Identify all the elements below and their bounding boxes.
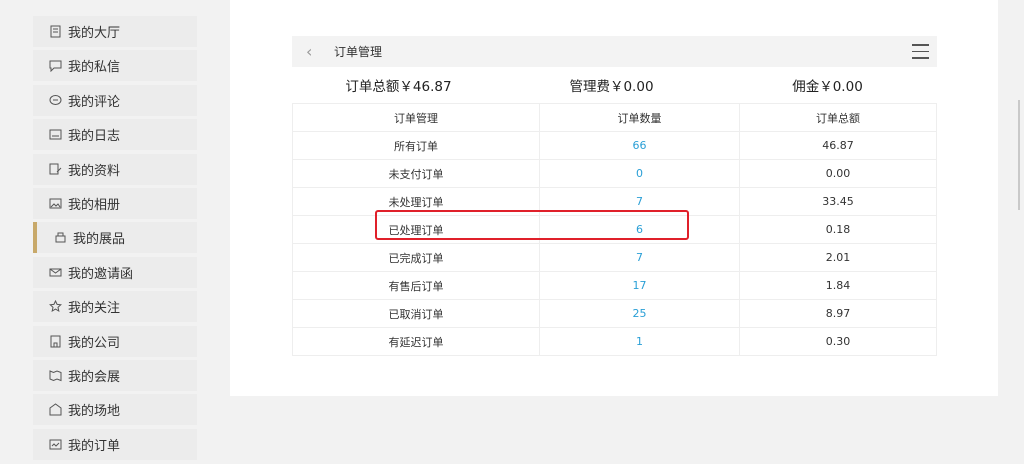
profile-edit-icon — [49, 163, 62, 176]
sidebar: 我的大厅 我的私信 我的评论 我的日志 我的资料 我的相册 我的展品 我的邀请函… — [33, 16, 197, 463]
order-total: 订单总额￥46.87 — [345, 79, 452, 95]
header-bar: ‹ 订单管理 — [292, 36, 937, 67]
sidebar-item-exhibitions[interactable]: 我的会展 — [33, 359, 197, 391]
sidebar-item-label: 我的资料 — [68, 163, 121, 179]
message-icon — [49, 59, 62, 73]
sidebar-item-venue[interactable]: 我的场地 — [33, 394, 197, 426]
table-row: 已完成订单 7 2.01 — [292, 243, 937, 272]
order-amount: 0.30 — [739, 327, 937, 356]
order-count-link[interactable]: 1 — [539, 327, 740, 356]
order-count-link[interactable]: 17 — [539, 271, 740, 300]
sidebar-item-label: 我的相册 — [68, 197, 121, 213]
hamburger-menu-icon[interactable] — [912, 44, 929, 59]
sidebar-item-messages[interactable]: 我的私信 — [33, 50, 197, 82]
order-amount: 2.01 — [739, 243, 937, 272]
envelope-icon — [49, 266, 62, 279]
building-icon — [49, 335, 62, 348]
order-category[interactable]: 已完成订单 — [292, 243, 540, 272]
summary-bar: 订单总额￥46.87 管理费￥0.00 佣金￥0.00 — [292, 75, 937, 95]
venue-icon — [49, 403, 62, 416]
table-header-row: 订单管理 订单数量 订单总额 — [292, 103, 937, 132]
order-count-link[interactable]: 25 — [539, 299, 740, 328]
table-row: 未支付订单 0 0.00 — [292, 159, 937, 188]
order-amount: 8.97 — [739, 299, 937, 328]
order-category[interactable]: 有售后订单 — [292, 271, 540, 300]
sidebar-item-orders[interactable]: 我的订单 — [33, 428, 197, 460]
order-amount: 1.84 — [739, 271, 937, 300]
comment-icon — [49, 94, 62, 107]
sidebar-item-label: 我的评论 — [68, 94, 121, 110]
order-category[interactable]: 所有订单 — [292, 131, 540, 160]
sidebar-item-label: 我的场地 — [68, 404, 121, 420]
sidebar-item-label: 我的邀请函 — [68, 266, 134, 282]
table-row: 有延迟订单 1 0.30 — [292, 327, 937, 356]
sidebar-item-hall[interactable]: 我的大厅 — [33, 16, 197, 47]
sidebar-item-comments[interactable]: 我的评论 — [33, 84, 197, 116]
sidebar-item-label: 我的订单 — [68, 438, 121, 454]
order-amount: 0.00 — [739, 159, 937, 188]
management-fee: 管理费￥0.00 — [569, 79, 654, 95]
scrollbar[interactable] — [1018, 100, 1020, 210]
star-icon — [49, 300, 62, 313]
content-panel: ‹ 订单管理 订单总额￥46.87 管理费￥0.00 佣金￥0.00 订单管理 … — [230, 0, 998, 396]
sidebar-item-label: 我的展品 — [73, 232, 126, 248]
order-amount: 46.87 — [739, 131, 937, 160]
album-icon — [49, 197, 62, 210]
column-header: 订单管理 — [292, 103, 540, 132]
order-amount: 0.18 — [739, 215, 937, 244]
chevron-left-icon[interactable]: ‹ — [306, 42, 320, 61]
order-icon — [49, 438, 62, 451]
table-row: 所有订单 66 46.87 — [292, 131, 937, 160]
column-header: 订单总额 — [739, 103, 937, 132]
order-count-link[interactable]: 66 — [539, 131, 740, 160]
column-header: 订单数量 — [539, 103, 740, 132]
map-icon — [49, 369, 62, 382]
order-amount: 33.45 — [739, 187, 937, 216]
sidebar-item-exhibits[interactable]: 我的展品 — [33, 222, 197, 254]
sidebar-item-label: 我的私信 — [68, 60, 121, 76]
order-count-link[interactable]: 7 — [539, 243, 740, 272]
table-row: 已取消订单 25 8.97 — [292, 299, 937, 328]
sidebar-item-company[interactable]: 我的公司 — [33, 325, 197, 357]
sidebar-item-album[interactable]: 我的相册 — [33, 187, 197, 219]
sidebar-item-profile[interactable]: 我的资料 — [33, 153, 197, 185]
sidebar-item-invitations[interactable]: 我的邀请函 — [33, 256, 197, 288]
sidebar-item-label: 我的关注 — [68, 301, 121, 317]
table-row: 有售后订单 17 1.84 — [292, 271, 937, 300]
sidebar-item-label: 我的日志 — [68, 129, 121, 145]
highlight-box — [375, 210, 689, 240]
page-title: 订单管理 — [334, 45, 383, 59]
order-category[interactable]: 已取消订单 — [292, 299, 540, 328]
exhibit-icon — [54, 231, 67, 244]
order-count-link[interactable]: 0 — [539, 159, 740, 188]
document-icon — [49, 25, 62, 38]
sidebar-item-journal[interactable]: 我的日志 — [33, 119, 197, 151]
sidebar-item-label: 我的大厅 — [68, 26, 121, 41]
sidebar-item-following[interactable]: 我的关注 — [33, 291, 197, 323]
order-category[interactable]: 未支付订单 — [292, 159, 540, 188]
order-category[interactable]: 有延迟订单 — [292, 327, 540, 356]
journal-icon — [49, 128, 62, 141]
sidebar-item-label: 我的会展 — [68, 369, 121, 385]
sidebar-item-label: 我的公司 — [68, 335, 121, 351]
commission: 佣金￥0.00 — [792, 79, 863, 95]
